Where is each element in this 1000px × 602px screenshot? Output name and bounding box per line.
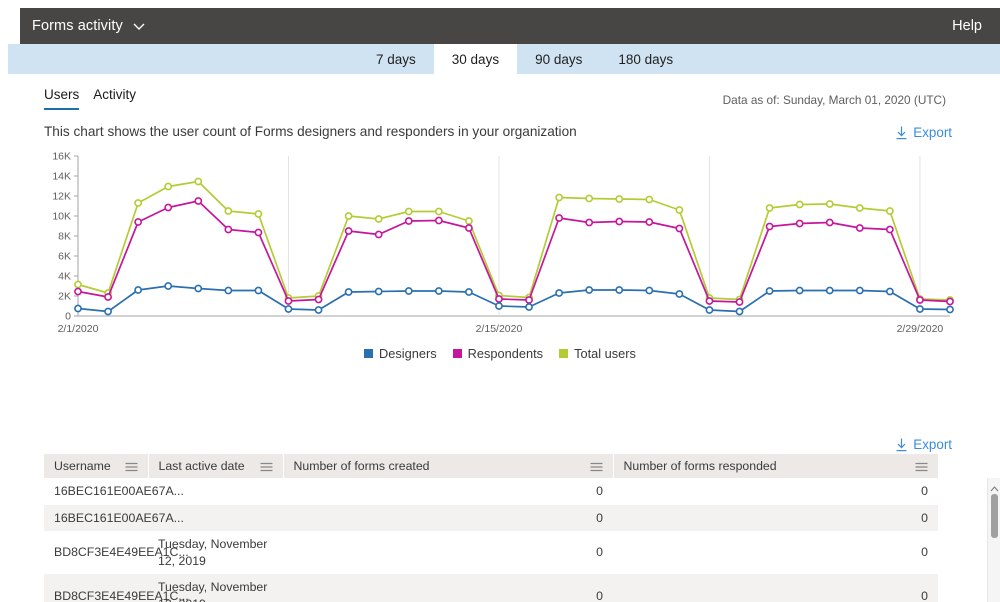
data-as-of-label: Data as of: Sunday, March 01, 2020 (UTC) [723,93,946,107]
table-header-row: Username Last active date [44,454,938,478]
tab-activity[interactable]: Activity [93,88,136,110]
table-body: 16BEC161E00AE67A...0016BEC161E00AE67A...… [44,478,938,602]
date-range-tabbar: 7 days 30 days 90 days 180 days [8,44,1000,74]
cell-forms-created: 0 [283,531,613,574]
svg-text:12K: 12K [52,191,71,203]
cell-forms-responded: 0 [613,574,938,602]
chart-caption: This chart shows the user count of Forms… [44,124,577,139]
title-bar-title: Forms activity [32,18,123,34]
report-view-tabs: Users Activity [44,88,136,110]
rangebar-spacer [8,44,358,74]
legend-swatch-designers [364,349,373,358]
svg-text:2K: 2K [58,291,71,303]
range-tab-180-days[interactable]: 180 days [600,44,691,74]
svg-text:16K: 16K [52,151,71,163]
table-row[interactable]: 16BEC161E00AE67A... 00 [44,478,938,505]
svg-text:10K: 10K [52,211,71,223]
help-area: Help [952,17,982,35]
table-row[interactable]: BD8CF3E4E49EEA1C...Tuesday, November 12,… [44,531,938,574]
cell-last-active-date: Tuesday, November 12, 2019 [148,574,283,602]
column-menu-icon[interactable] [590,461,603,471]
cell-username: 16BEC161E00AE67A... [44,478,148,505]
column-header-last-active-date[interactable]: Last active date [148,454,283,478]
users-table: Username Last active date [44,454,939,602]
cell-last-active-date: Tuesday, November 12, 2019 [148,531,283,574]
legend-item-designers[interactable]: Designers [364,346,437,361]
table-row[interactable]: 16BEC161E00AE67A... 00 [44,505,938,532]
legend-item-total-users[interactable]: Total users [559,346,636,361]
cell-username: BD8CF3E4E49EEA1C... [44,531,148,574]
chart-canvas: 0 2K 4K 6K 8K 10K 12K 14K 16K 2/1/2020 2/15/2020 2/… [44,148,956,344]
download-icon [895,126,908,140]
cell-username: 16BEC161E00AE67A... [44,505,148,532]
cell-username: BD8CF3E4E49EEA1C... [44,574,148,602]
table-export-label: Export [913,437,952,452]
column-header-username[interactable]: Username [44,454,148,478]
range-tab-90-days[interactable]: 90 days [517,44,600,74]
cell-forms-responded: 0 [613,478,938,505]
range-tab-30-days[interactable]: 30 days [434,44,517,74]
cell-forms-created: 0 [283,574,613,602]
svg-text:0: 0 [65,311,71,323]
column-header-last-active-date-label: Last active date [159,459,245,473]
column-menu-icon[interactable] [915,461,928,471]
table-vertical-scrollbar[interactable] [987,478,1000,602]
legend-label-designers: Designers [379,346,437,361]
svg-text:2/29/2020: 2/29/2020 [897,323,944,335]
range-tab-7-days[interactable]: 7 days [358,44,434,74]
chevron-down-icon[interactable] [132,19,146,33]
column-header-forms-created[interactable]: Number of forms created [283,454,613,478]
download-icon [895,438,908,452]
cell-forms-responded: 0 [613,505,938,532]
svg-text:14K: 14K [52,171,71,183]
scrollbar-thumb[interactable] [991,494,998,538]
table-export-button[interactable]: Export [895,437,952,452]
legend-item-respondents[interactable]: Respondents [453,346,543,361]
chart-export-label: Export [913,125,952,140]
legend-swatch-respondents [453,349,462,358]
legend-swatch-total-users [559,349,568,358]
help-link[interactable]: Help [952,18,982,34]
svg-text:8K: 8K [58,231,71,243]
column-header-forms-responded[interactable]: Number of forms responded [613,454,938,478]
chart-export-button[interactable]: Export [895,125,952,140]
table-header: Username Last active date [44,454,938,478]
svg-text:2/15/2020: 2/15/2020 [476,323,523,335]
legend-label-respondents: Respondents [468,346,543,361]
cell-forms-created: 0 [283,505,613,532]
column-header-username-label: Username [54,459,111,473]
cell-forms-responded: 0 [613,531,938,574]
legend-label-total-users: Total users [574,346,636,361]
column-header-forms-created-label: Number of forms created [294,459,430,473]
users-table-container[interactable]: Username Last active date [44,454,956,602]
cell-forms-created: 0 [283,478,613,505]
report-selector[interactable]: Forms activity [32,18,146,34]
column-menu-icon[interactable] [260,461,273,471]
table-row[interactable]: BD8CF3E4E49EEA1C...Tuesday, November 12,… [44,574,938,602]
users-line-chart: 0 2K 4K 6K 8K 10K 12K 14K 16K 2/1/2020 2/15/2020 2/… [44,148,956,343]
tab-users[interactable]: Users [44,88,79,110]
svg-text:6K: 6K [58,251,71,263]
svg-text:2/1/2020: 2/1/2020 [58,323,99,335]
svg-text:4K: 4K [58,271,71,283]
scroll-up-arrow-icon[interactable] [990,480,999,488]
column-header-forms-responded-label: Number of forms responded [624,459,777,473]
title-bar: Forms activity Help [20,8,1000,44]
column-menu-icon[interactable] [125,461,138,471]
chart-legend: Designers Respondents Total users [44,346,956,361]
